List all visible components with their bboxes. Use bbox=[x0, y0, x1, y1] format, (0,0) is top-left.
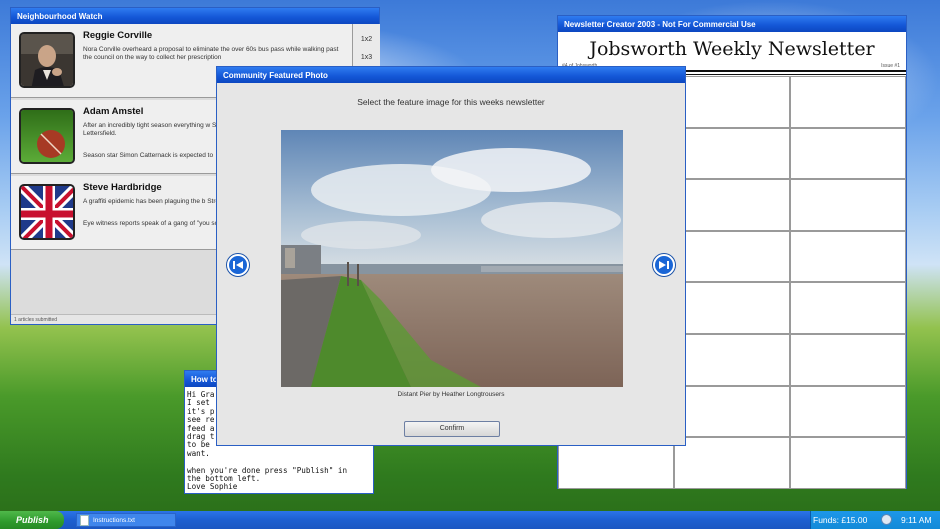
publish-button[interactable]: Publish bbox=[0, 511, 64, 529]
network-icon[interactable] bbox=[881, 514, 892, 525]
news-item-name: Reggie Corville bbox=[83, 30, 153, 41]
taskbar-item-instructions[interactable]: Instructions.txt bbox=[76, 513, 176, 527]
news-item-name: Steve Hardbridge bbox=[83, 182, 162, 193]
layout-slot[interactable] bbox=[790, 179, 906, 231]
skip-forward-icon[interactable] bbox=[653, 254, 675, 276]
taskbar: Publish Instructions.txt Funds: £15.00 9… bbox=[0, 511, 940, 529]
layout-slot[interactable] bbox=[790, 385, 906, 438]
size-tag[interactable]: 1x3 bbox=[353, 54, 380, 61]
confirm-button[interactable]: Confirm bbox=[404, 421, 500, 437]
layout-slot[interactable] bbox=[790, 76, 906, 128]
window-title[interactable]: Community Featured Photo bbox=[217, 67, 685, 83]
photo-caption: Distant Pier by Heather Longtrousers bbox=[397, 391, 505, 398]
layout-slot[interactable] bbox=[790, 230, 906, 283]
skip-back-icon[interactable] bbox=[227, 254, 249, 276]
layout-slot[interactable] bbox=[674, 333, 790, 386]
text-file-icon bbox=[80, 515, 89, 526]
dialog-instruction: Select the feature image for this weeks … bbox=[357, 97, 545, 107]
layout-slot[interactable] bbox=[674, 282, 790, 334]
taskbar-item-label: Instructions.txt bbox=[93, 517, 135, 524]
layout-slot[interactable] bbox=[674, 76, 790, 128]
news-item-name: Adam Amstel bbox=[83, 106, 144, 117]
size-tag[interactable]: 1x2 bbox=[353, 36, 380, 43]
layout-slot[interactable] bbox=[790, 127, 906, 180]
featured-photo bbox=[281, 130, 623, 387]
layout-slot[interactable] bbox=[790, 282, 906, 334]
layout-slot[interactable] bbox=[674, 230, 790, 283]
system-tray: Funds: £15.00 9:11 AM bbox=[810, 511, 940, 529]
layout-slot[interactable] bbox=[674, 437, 790, 489]
featured-photo-dialog: Community Featured Photo Select the feat… bbox=[216, 66, 686, 446]
cricket-ball-thumbnail bbox=[19, 108, 75, 164]
news-item-text: Nora Corville overheard a proposal to el… bbox=[83, 46, 339, 61]
layout-slot[interactable] bbox=[790, 437, 906, 489]
layout-slot[interactable] bbox=[674, 127, 790, 180]
layout-slot[interactable] bbox=[790, 333, 906, 386]
layout-slot[interactable] bbox=[674, 385, 790, 438]
union-jack-thumbnail bbox=[19, 184, 75, 240]
funds-display: Funds: £15.00 bbox=[813, 515, 868, 525]
newsletter-masthead: Jobsworth Weekly Newsletter bbox=[589, 38, 875, 60]
layout-slot[interactable] bbox=[674, 179, 790, 231]
portrait-thumbnail bbox=[19, 32, 75, 88]
clock: 9:11 AM bbox=[901, 515, 932, 525]
newsletter-issue: Issue #1 bbox=[881, 63, 900, 69]
window-title[interactable]: Neighbourhood Watch bbox=[11, 8, 379, 24]
window-title[interactable]: Newsletter Creator 2003 - Not For Commer… bbox=[558, 16, 906, 32]
